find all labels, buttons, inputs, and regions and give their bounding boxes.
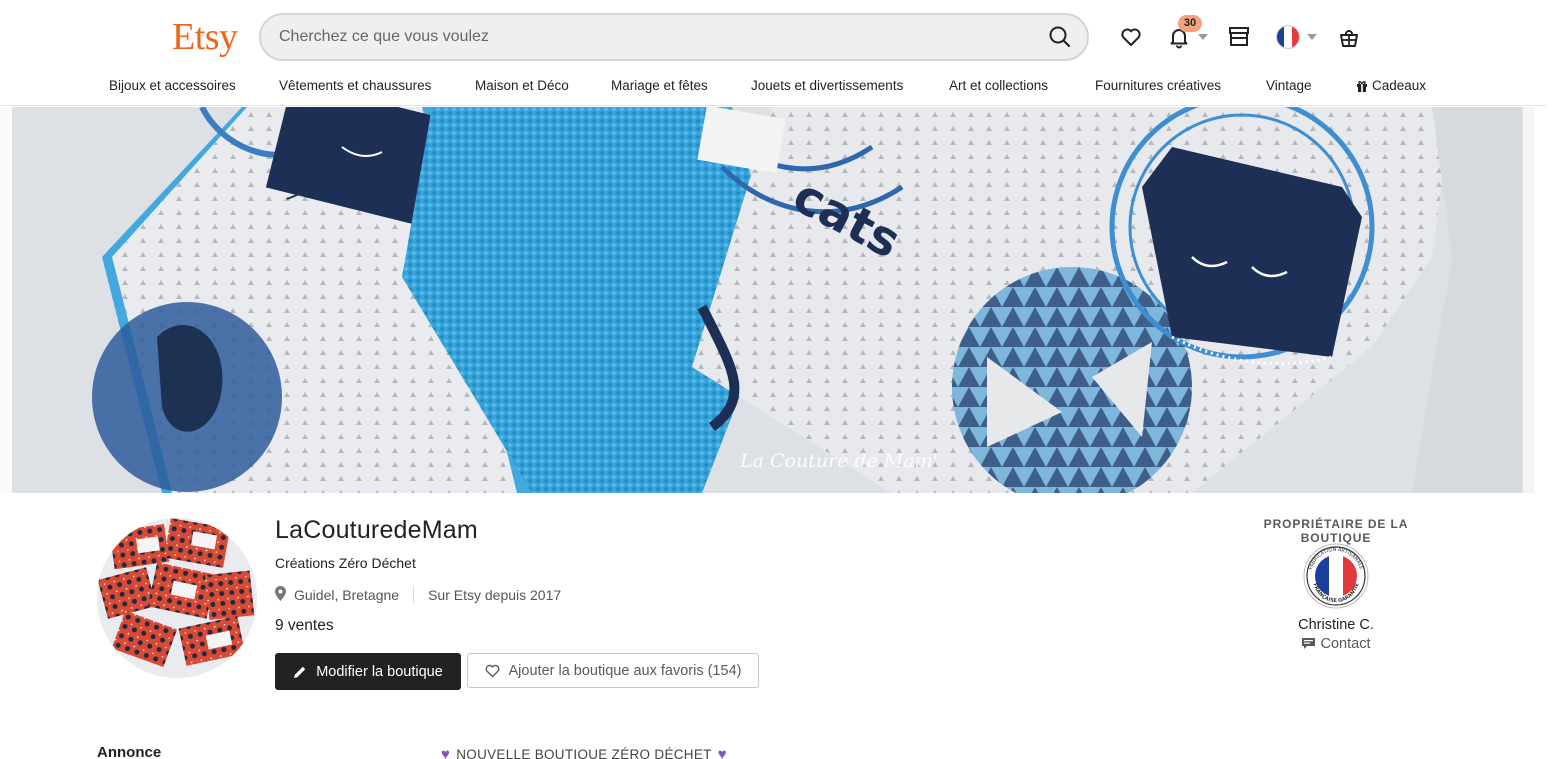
category-bijoux[interactable]: Bijoux et accessoires <box>109 78 236 93</box>
search-input[interactable] <box>279 15 1019 59</box>
shop-avatar[interactable] <box>97 518 257 678</box>
shop-meta: Guidel, Bretagne Sur Etsy depuis 2017 <box>275 586 561 604</box>
heart-outline-icon <box>485 664 499 677</box>
shop-sales-count[interactable]: 9 ventes <box>275 617 334 635</box>
site-header: Etsy 30 Bijoux et accessoires Vêtements … <box>0 0 1560 106</box>
purple-heart-icon: ♥ <box>441 746 451 759</box>
language-chevron-down-icon[interactable] <box>1307 34 1317 40</box>
favorite-shop-button[interactable]: Ajouter la boutique aux favoris (154) <box>467 653 759 688</box>
gift-icon <box>1357 80 1367 92</box>
edit-shop-label: Modifier la boutique <box>316 663 443 680</box>
category-fournitures[interactable]: Fournitures créatives <box>1095 78 1221 93</box>
category-art[interactable]: Art et collections <box>949 78 1048 93</box>
owner-avatar-badge[interactable]: FABRICATION ARTISANALE FRANÇAISE GARANTI… <box>1303 543 1369 609</box>
page-right-gutter <box>1546 0 1560 759</box>
pencil-icon <box>294 666 306 678</box>
announcement-text: NOUVELLE BOUTIQUE ZÉRO DÉCHET <box>456 747 712 759</box>
owner-contact-link[interactable]: Contact <box>1229 636 1443 652</box>
french-flag-icon[interactable] <box>1276 25 1300 49</box>
announcement-text-row: ♥ NOUVELLE BOUTIQUE ZÉRO DÉCHET ♥ <box>441 746 727 759</box>
notifications-count-badge: 30 <box>1178 15 1202 32</box>
category-cadeaux[interactable]: Cadeaux <box>1356 78 1426 93</box>
category-nav: Bijoux et accessoires Vêtements et chaus… <box>0 70 1560 104</box>
meta-divider <box>413 586 415 604</box>
shop-name: LaCouturedeMam <box>275 516 478 544</box>
banner-right-margin <box>1522 107 1534 493</box>
category-mariage[interactable]: Mariage et fêtes <box>611 78 708 93</box>
search-icon[interactable] <box>1047 24 1073 50</box>
category-maison[interactable]: Maison et Déco <box>475 78 569 93</box>
purple-heart-icon: ♥ <box>717 746 727 759</box>
banner-watermark: La Couture de Mam' <box>739 450 938 472</box>
location-pin-icon <box>275 586 286 604</box>
shop-location: Guidel, Bretagne <box>294 587 400 603</box>
favorite-shop-label: Ajouter la boutique aux favoris (154) <box>508 662 742 679</box>
cart-basket-icon[interactable] <box>1336 24 1362 50</box>
category-vetements[interactable]: Vêtements et chaussures <box>279 78 431 93</box>
category-jouets[interactable]: Jouets et divertissements <box>751 78 903 93</box>
search-bar <box>259 13 1089 61</box>
etsy-logo[interactable]: Etsy <box>172 14 238 60</box>
shop-tagline: Créations Zéro Déchet <box>275 555 416 571</box>
notifications-chevron-down-icon[interactable] <box>1198 34 1208 40</box>
owner-section-title: PROPRIÉTAIRE DE LA BOUTIQUE <box>1263 517 1409 545</box>
announcement-label: Annonce <box>97 744 162 759</box>
message-icon <box>1301 638 1315 649</box>
category-vintage[interactable]: Vintage <box>1266 78 1312 93</box>
category-cadeaux-label: Cadeaux <box>1372 78 1427 93</box>
owner-name[interactable]: Christine C. <box>1229 617 1443 633</box>
edit-shop-button[interactable]: Modifier la boutique <box>275 653 461 690</box>
owner-contact-label: Contact <box>1320 636 1371 652</box>
banner-left-margin <box>0 107 12 493</box>
favorites-heart-icon[interactable] <box>1118 24 1144 50</box>
shop-banner-image: cats La Couture de Mam' <box>12 107 1522 493</box>
shop-since: Sur Etsy depuis 2017 <box>428 587 562 603</box>
shop-manager-icon[interactable] <box>1226 24 1252 50</box>
